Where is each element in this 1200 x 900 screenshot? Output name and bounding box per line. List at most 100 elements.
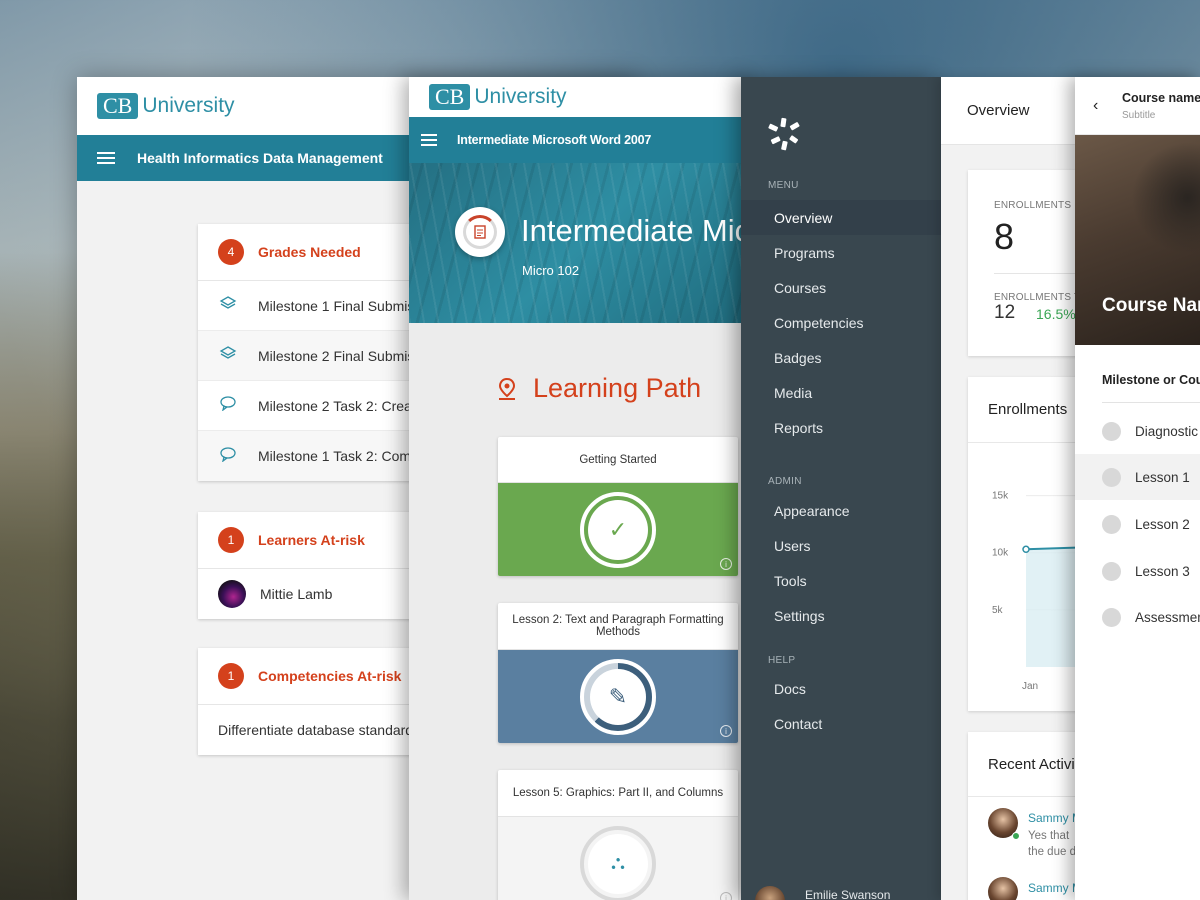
lesson-card[interactable]: Lesson 5: Graphics: Part II, and Columns… bbox=[498, 770, 738, 900]
divider bbox=[1102, 402, 1200, 403]
sidebar-item-courses[interactable]: Courses bbox=[741, 270, 941, 305]
logo-word: University bbox=[142, 94, 235, 117]
learners-count-badge: 1 bbox=[218, 527, 244, 553]
chevron-left-icon[interactable]: ‹ bbox=[1093, 97, 1098, 115]
info-icon[interactable]: i bbox=[720, 892, 732, 900]
sidebar-item-reports[interactable]: Reports bbox=[741, 410, 941, 445]
course-detail-header: ‹ Course name Subtitle bbox=[1075, 77, 1200, 135]
learner-name: Mittie Lamb bbox=[260, 586, 333, 602]
menu-section-label: MENU bbox=[768, 180, 799, 191]
sidebar-item-contact[interactable]: Contact bbox=[741, 706, 941, 741]
list-item[interactable]: Lesson 2 bbox=[1075, 501, 1200, 547]
admin-section-label: ADMIN bbox=[768, 476, 802, 487]
list-item-label: Lesson 1 bbox=[1135, 469, 1190, 485]
check-icon: ✓ bbox=[588, 499, 648, 560]
activity-text: the due d bbox=[1028, 846, 1076, 858]
course-subtitle: Subtitle bbox=[1122, 110, 1156, 121]
course-hero: Intermediate Microsoft Word 2007 Micro 1… bbox=[409, 163, 754, 323]
data-point[interactable] bbox=[1022, 545, 1030, 554]
hero-title: Intermediate Microsoft Word 2007 bbox=[521, 213, 754, 248]
competencies-at-risk-title: Competencies At-risk bbox=[258, 668, 402, 684]
course-name: Course name bbox=[1122, 91, 1200, 105]
list-item[interactable]: Diagnostic bbox=[1075, 408, 1200, 454]
brand-logo-icon[interactable] bbox=[767, 117, 801, 151]
enrollments-label: ENROLLMENTS bbox=[994, 200, 1072, 211]
competencies-count-badge: 1 bbox=[218, 663, 244, 689]
list-item[interactable]: Lesson 3 bbox=[1075, 548, 1200, 594]
sidebar-item-appearance[interactable]: Appearance bbox=[741, 493, 941, 528]
logo-mark: CB bbox=[97, 93, 139, 119]
enrollments-change: 16.5% bbox=[1036, 306, 1076, 322]
sidebar-item-overview[interactable]: Overview bbox=[741, 200, 941, 235]
sidebar-item-docs[interactable]: Docs bbox=[741, 671, 941, 706]
hero-subtitle: Micro 102 bbox=[522, 263, 580, 278]
sidebar-item-competencies[interactable]: Competencies bbox=[741, 305, 941, 340]
avatar[interactable] bbox=[988, 877, 1018, 900]
competency-label: Differentiate database standards bbox=[218, 722, 421, 738]
logo-mark: CB bbox=[429, 84, 471, 110]
enrollments-this-value: 12 bbox=[994, 302, 1016, 323]
section-title: Milestone or Course bbox=[1102, 373, 1200, 387]
lesson-card[interactable]: Getting Started ✓ i bbox=[498, 437, 738, 576]
list-item[interactable]: Assessment bbox=[1075, 594, 1200, 640]
list-item-label: Lesson 3 bbox=[1135, 563, 1190, 579]
status-dot bbox=[1102, 467, 1121, 487]
lesson-progress-ring: ✓ bbox=[580, 491, 656, 568]
info-icon[interactable]: i bbox=[720, 558, 732, 570]
layers-icon bbox=[218, 345, 238, 366]
chart-title: Enrollments bbox=[988, 401, 1068, 418]
avatar bbox=[755, 886, 785, 900]
status-dot bbox=[1102, 607, 1121, 627]
status-dot bbox=[1102, 421, 1121, 441]
document-icon bbox=[463, 215, 497, 249]
course-detail-panel: ‹ Course name Subtitle Course Name Miles… bbox=[1075, 77, 1200, 900]
list-item-label: Assessment bbox=[1135, 609, 1200, 625]
pencil-icon: ✎ bbox=[590, 668, 646, 725]
learner-course-panel: CB University Intermediate Microsoft Wor… bbox=[409, 77, 754, 900]
course-title: Health Informatics Data Management bbox=[137, 150, 383, 166]
user-name: Emilie Swanson bbox=[805, 888, 891, 900]
lesson-title: Getting Started bbox=[498, 437, 738, 483]
course-title: Intermediate Microsoft Word 2007 bbox=[457, 133, 652, 147]
university-logo[interactable]: CB University bbox=[409, 77, 754, 117]
course-header-bar: Intermediate Microsoft Word 2007 bbox=[409, 117, 754, 163]
sidebar-item-media[interactable]: Media bbox=[741, 375, 941, 410]
sidebar-item-tools[interactable]: Tools bbox=[741, 563, 941, 598]
course-progress-badge bbox=[455, 207, 505, 257]
sidebar-item-badges[interactable]: Badges bbox=[741, 340, 941, 375]
hamburger-menu-icon[interactable] bbox=[421, 134, 437, 146]
logo-word: University bbox=[474, 85, 567, 108]
map-pin-icon bbox=[498, 377, 516, 400]
layers-icon bbox=[218, 295, 238, 316]
help-section-label: HELP bbox=[768, 655, 796, 666]
grades-count-badge: 4 bbox=[218, 239, 244, 265]
lesson-progress-ring: ⛬ bbox=[580, 825, 656, 900]
y-tick-label: 15k bbox=[992, 491, 1009, 502]
current-user[interactable]: Emilie Swanson bbox=[755, 878, 941, 900]
admin-sidebar: MENU Overview Programs Courses Competenc… bbox=[741, 77, 941, 900]
lesson-card[interactable]: Lesson 2: Text and Paragraph Formatting … bbox=[498, 603, 738, 743]
y-tick-label: 5k bbox=[992, 605, 1004, 616]
info-icon[interactable]: i bbox=[720, 725, 732, 737]
sidebar-item-settings[interactable]: Settings bbox=[741, 598, 941, 633]
sidebar-item-programs[interactable]: Programs bbox=[741, 235, 941, 270]
chat-icon bbox=[218, 446, 238, 467]
enrollments-value: 8 bbox=[994, 216, 1015, 257]
list-item-label: Lesson 2 bbox=[1135, 516, 1190, 532]
course-hero-title: Course Name bbox=[1102, 295, 1200, 316]
grades-needed-title: Grades Needed bbox=[258, 244, 361, 260]
lesson-title: Lesson 5: Graphics: Part II, and Columns bbox=[498, 770, 738, 817]
sidebar-item-users[interactable]: Users bbox=[741, 528, 941, 563]
lesson-status-area: ✓ i bbox=[498, 483, 738, 576]
avatar bbox=[218, 580, 246, 608]
hamburger-menu-icon[interactable] bbox=[97, 152, 115, 164]
spray-icon: ⛬ bbox=[588, 833, 648, 894]
online-status-dot bbox=[1012, 832, 1020, 840]
chat-icon bbox=[218, 395, 238, 416]
status-dot bbox=[1102, 561, 1121, 581]
lesson-title: Lesson 2: Text and Paragraph Formatting … bbox=[498, 603, 738, 650]
list-item[interactable]: Lesson 1 bbox=[1075, 454, 1200, 500]
status-dot bbox=[1102, 514, 1121, 534]
list-item-label: Diagnostic bbox=[1135, 423, 1199, 439]
learners-at-risk-title: Learners At-risk bbox=[258, 532, 365, 548]
